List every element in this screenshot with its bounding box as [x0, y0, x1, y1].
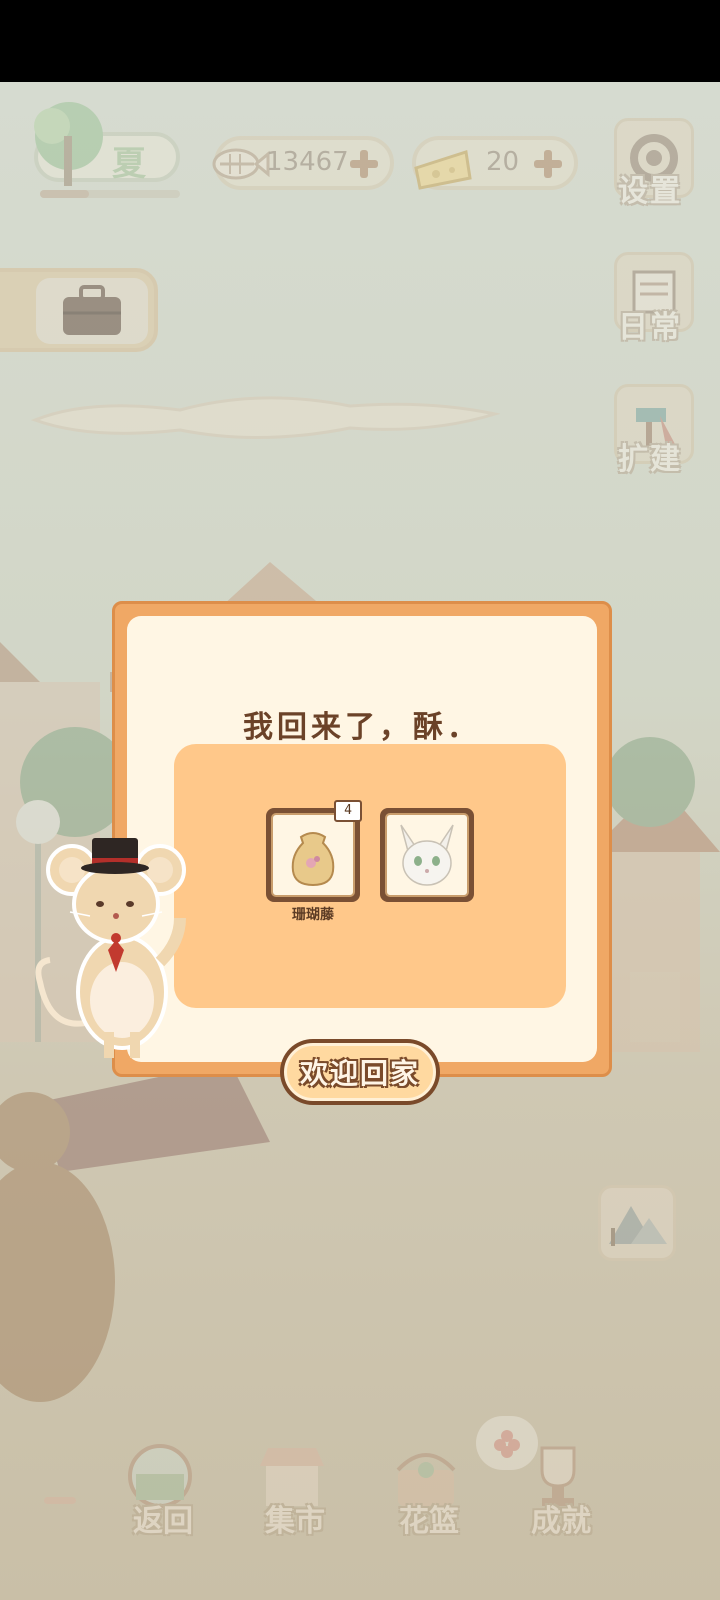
- nav-back-label: 返回: [133, 1504, 193, 1539]
- add-cheese-button[interactable]: [530, 146, 566, 182]
- season-badge[interactable]: 夏: [24, 96, 180, 200]
- nav-achievements-label: 成就: [531, 1504, 591, 1539]
- notification-bubble[interactable]: [476, 1416, 538, 1470]
- dialog-title: 我回来了，酥．: [243, 710, 481, 745]
- welcome-home-button[interactable]: 欢迎回家: [280, 1039, 440, 1105]
- bottom-nav: 返回 集市 花篮 成就: [0, 1440, 720, 1560]
- reward-name: 珊瑚藤: [292, 907, 334, 923]
- daily-button[interactable]: 日常: [614, 252, 696, 345]
- fish-currency: 13467: [212, 136, 394, 190]
- inventory-tile: [36, 278, 148, 344]
- nav-market-label: 集市: [265, 1504, 325, 1539]
- expand-label: 扩建: [618, 442, 682, 477]
- mouse-mascot: [35, 838, 186, 1058]
- reward-panel: 4 珊瑚藤: [174, 744, 566, 1008]
- settings-button[interactable]: 设置: [614, 118, 696, 209]
- cheese-count: 20: [486, 147, 520, 177]
- season-label: 夏: [112, 144, 146, 184]
- fish-count: 13467: [266, 147, 349, 177]
- cheese-icon: [414, 150, 472, 190]
- daily-label: 日常: [618, 310, 682, 345]
- briefcase-icon: [63, 285, 121, 335]
- nav-handle: [44, 1497, 76, 1504]
- inventory-button[interactable]: [0, 268, 158, 352]
- reward-slot[interactable]: 4: [266, 800, 362, 902]
- status-bar: [0, 0, 720, 82]
- reward-count-badge: 4: [334, 800, 362, 822]
- welcome-home-label: 欢迎回家: [284, 1043, 436, 1101]
- nav-market[interactable]: 集市: [250, 1440, 334, 1540]
- white-fox-portrait: [400, 824, 454, 886]
- seed-bag-icon: [291, 832, 335, 887]
- nav-flower-basket[interactable]: 花篮: [384, 1440, 468, 1540]
- reward-slot-face: [271, 813, 355, 897]
- reward-slot[interactable]: [380, 808, 474, 902]
- mountain-icon: [609, 1206, 667, 1246]
- expand-button[interactable]: 扩建: [614, 384, 696, 477]
- nav-back[interactable]: 返回: [118, 1440, 202, 1540]
- banner-cloud: [30, 396, 500, 439]
- season-progress-fill: [40, 190, 89, 198]
- add-fish-button[interactable]: [346, 146, 382, 182]
- flower-icon: [494, 1430, 520, 1458]
- reward-slot-face: [385, 813, 469, 897]
- fish-bone-icon: [212, 148, 270, 180]
- map-button[interactable]: [598, 1185, 676, 1261]
- settings-label: 设置: [618, 174, 682, 209]
- cheese-currency: 20: [412, 136, 578, 190]
- nav-flower-basket-label: 花篮: [399, 1504, 459, 1539]
- tree-icon: [34, 102, 103, 186]
- season-progress-bar: [40, 190, 180, 198]
